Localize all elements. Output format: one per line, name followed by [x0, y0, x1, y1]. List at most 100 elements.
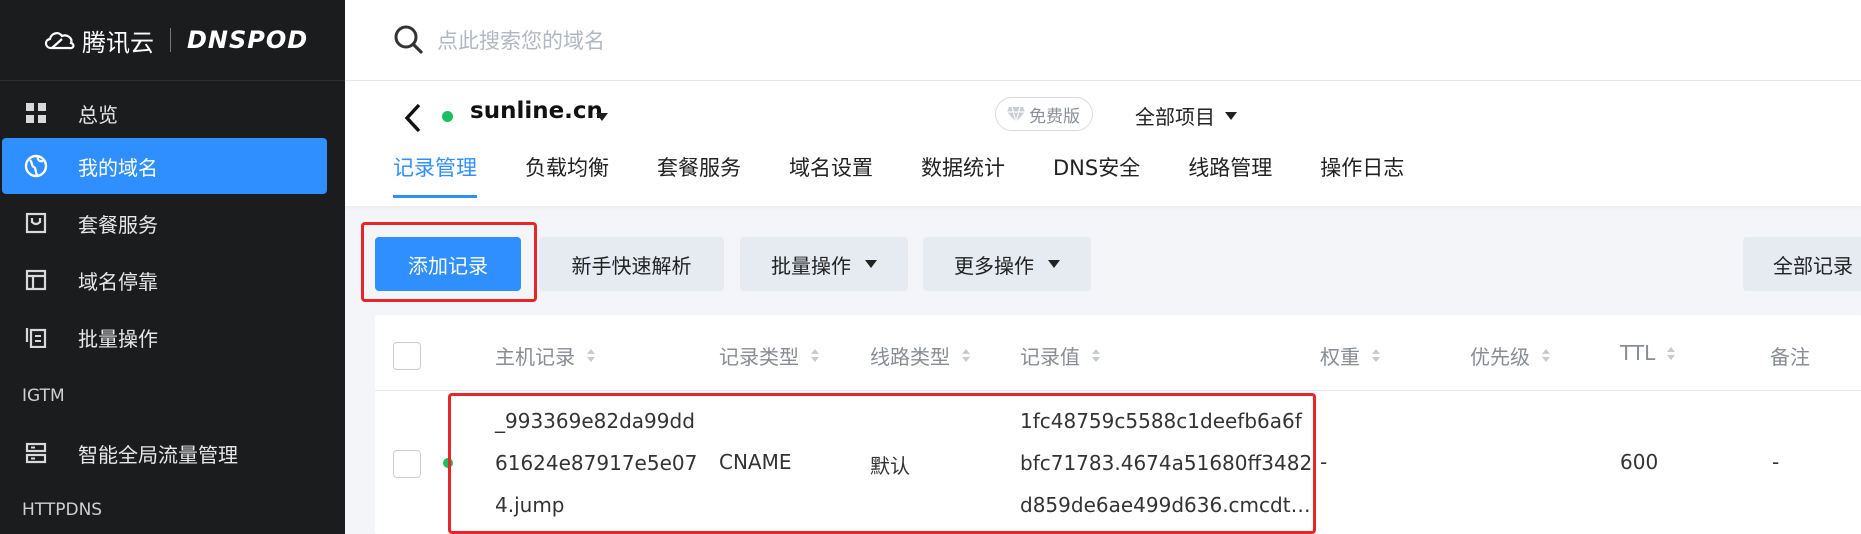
cell-value-line: bfc71783.4674a51680ff3482	[1020, 451, 1313, 475]
tab-record-management[interactable]: 记录管理	[393, 153, 477, 206]
batch-operations-label: 批量操作	[771, 253, 851, 278]
tab-operation-log[interactable]: 操作日志	[1320, 153, 1404, 206]
record-status-dot	[443, 458, 453, 468]
cell-host-line: 61624e87917e5e07	[495, 451, 698, 475]
sort-icon	[587, 349, 595, 362]
sidebar-item-overview[interactable]: 总览	[2, 85, 327, 141]
table-header: 主机记录 记录类型 线路类型 记录值 权重 优先级 TTL 备注	[375, 315, 1861, 391]
more-operations-label: 更多操作	[954, 253, 1034, 278]
sidebar-item-label: 域名停靠	[78, 269, 158, 294]
brand-separator	[170, 28, 171, 52]
tab-load-balancing[interactable]: 负载均衡	[525, 153, 609, 206]
tab-domain-settings[interactable]: 域名设置	[789, 153, 873, 206]
cell-type: CNAME	[719, 450, 792, 474]
column-label: 权重	[1320, 345, 1360, 369]
tab-statistics[interactable]: 数据统计	[921, 153, 1005, 206]
column-header-ttl[interactable]: TTL	[1620, 341, 1676, 365]
sort-icon	[1372, 349, 1380, 362]
column-label: 记录类型	[719, 345, 799, 369]
column-header-weight[interactable]: 权重	[1320, 341, 1380, 370]
column-label: 记录值	[1020, 345, 1080, 369]
brand-product: DNSPOD	[187, 26, 309, 54]
batch-operations-button[interactable]: 批量操作	[740, 237, 908, 291]
diamond-icon	[1007, 106, 1025, 123]
project-select-label: 全部项目	[1135, 105, 1215, 129]
package-icon	[24, 211, 48, 235]
records-table: 主机记录 记录类型 线路类型 记录值 权重 优先级 TTL 备注 _993369…	[375, 315, 1861, 534]
domain-dropdown-caret-icon[interactable]	[596, 113, 608, 121]
plan-badge: 免费版	[995, 97, 1093, 131]
server-list-icon	[24, 441, 48, 465]
domain-tabs: 记录管理 负载均衡 套餐服务 域名设置 数据统计 DNS安全 线路管理 操作日志	[393, 153, 1452, 206]
globe-icon	[24, 154, 48, 178]
sort-icon	[811, 349, 819, 362]
sidebar-item-packages[interactable]: 套餐服务	[2, 195, 327, 251]
cloud-logo-icon	[44, 32, 75, 50]
column-label: 线路类型	[870, 345, 950, 369]
tab-line-management[interactable]: 线路管理	[1188, 153, 1272, 206]
cell-host: _993369e82da99dd 61624e87917e5e07 4.jump	[495, 400, 697, 526]
search-icon[interactable]	[393, 24, 423, 54]
sort-icon	[1542, 349, 1550, 362]
back-arrow-icon[interactable]	[401, 101, 425, 135]
sidebar-item-my-domains[interactable]: 我的域名	[2, 138, 327, 194]
grid-icon	[24, 101, 48, 125]
sidebar-item-label: 总览	[78, 102, 118, 127]
plan-badge-label: 免费版	[1029, 106, 1080, 127]
sort-icon	[962, 349, 970, 362]
column-header-remark: 备注	[1770, 341, 1810, 370]
column-header-type[interactable]: 记录类型	[719, 341, 819, 370]
copy-stack-icon	[24, 325, 48, 349]
sidebar-section-httpdns: HTTPDNS	[22, 500, 103, 520]
cell-value-line: d859de6ae499d636.cmcdt…	[1020, 493, 1311, 517]
column-header-priority[interactable]: 优先级	[1470, 341, 1550, 370]
sort-icon	[1092, 349, 1100, 362]
column-label: TTL	[1620, 341, 1656, 365]
chevron-down-icon	[1225, 111, 1237, 120]
top-search-bar	[345, 0, 1861, 81]
sidebar-item-batch-operations[interactable]: 批量操作	[2, 309, 327, 365]
sidebar: 腾讯云 DNSPOD 总览 我的域名 套餐服务 域名停靠 批量操作 IGTM 智…	[0, 0, 345, 534]
sidebar-section-igtm: IGTM	[22, 386, 65, 406]
sidebar-item-domain-parking[interactable]: 域名停靠	[2, 252, 327, 308]
domain-name[interactable]: sunline.cn	[470, 98, 603, 124]
column-label: 主机记录	[495, 345, 575, 369]
sidebar-item-label: 批量操作	[78, 326, 158, 351]
quick-resolve-button[interactable]: 新手快速解析	[539, 237, 724, 291]
cell-value-line: 1fc48759c5588c1deefb6a6f	[1020, 409, 1302, 433]
domain-status-dot	[442, 111, 453, 122]
project-select[interactable]: 全部项目	[1135, 101, 1237, 130]
add-record-button[interactable]: 添加记录	[375, 237, 521, 291]
column-header-line[interactable]: 线路类型	[870, 341, 970, 370]
cell-value: 1fc48759c5588c1deefb6a6f bfc71783.4674a5…	[1020, 400, 1312, 526]
domain-search-input[interactable]	[435, 20, 1039, 62]
column-header-host[interactable]: 主机记录	[495, 341, 595, 370]
more-operations-button[interactable]: 更多操作	[923, 237, 1091, 291]
sidebar-divider	[0, 80, 345, 81]
browser-window-icon	[24, 268, 48, 292]
tab-dns-security[interactable]: DNS安全	[1053, 153, 1140, 206]
domain-header: sunline.cn 免费版 全部项目 记录管理 负载均衡 套餐服务 域名设置 …	[345, 81, 1861, 206]
brand-logo[interactable]: 腾讯云 DNSPOD	[42, 22, 308, 58]
brand-name: 腾讯云	[82, 28, 154, 57]
cell-ttl: 600	[1620, 450, 1659, 474]
chevron-down-icon	[865, 260, 877, 268]
cell-host-line: _993369e82da99dd	[495, 409, 695, 433]
all-records-filter-button[interactable]: 全部记录	[1743, 237, 1861, 291]
chevron-down-icon	[1048, 260, 1060, 268]
sidebar-item-label: 我的域名	[78, 155, 158, 180]
sidebar-item-label: 套餐服务	[78, 212, 158, 237]
cell-weight: -	[1320, 450, 1328, 474]
column-label: 优先级	[1470, 345, 1530, 369]
row-checkbox[interactable]	[393, 450, 421, 478]
sidebar-item-label: 智能全局流量管理	[78, 442, 238, 467]
cell-host-line: 4.jump	[495, 493, 565, 517]
column-label: 备注	[1770, 345, 1810, 369]
cell-line: 默认	[870, 454, 910, 478]
tab-package-service[interactable]: 套餐服务	[657, 153, 741, 206]
select-all-checkbox[interactable]	[393, 342, 421, 370]
cell-remark: -	[1772, 450, 1780, 474]
sort-icon	[1667, 346, 1676, 360]
sidebar-item-global-traffic[interactable]: 智能全局流量管理	[2, 425, 327, 481]
column-header-value[interactable]: 记录值	[1020, 341, 1100, 370]
